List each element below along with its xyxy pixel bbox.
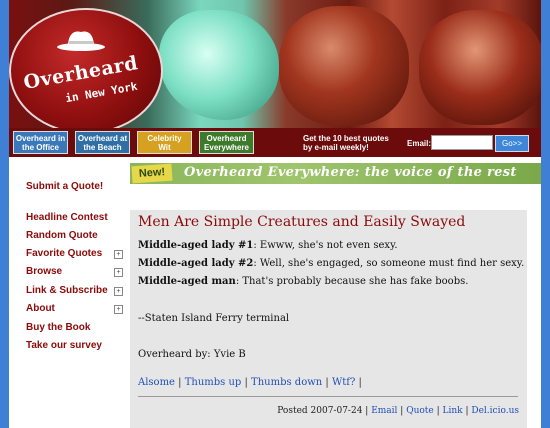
site-logo[interactable]: Overheard in New York	[9, 8, 163, 128]
sidebar-item-about[interactable]: About	[26, 303, 55, 314]
header-photo-jade-statue	[159, 10, 279, 120]
quote-text: : Ewww, she's not even sexy.	[253, 240, 398, 251]
vote-wtf-link[interactable]: Wtf?	[332, 377, 355, 388]
speaker-name: Middle-aged man	[138, 276, 236, 287]
email-input[interactable]	[431, 135, 493, 150]
nav-badge-line: Overheard in	[15, 134, 66, 143]
nav-badge-line: Overheard	[206, 134, 247, 143]
sidebar-item-favorite-quotes[interactable]: Favorite Quotes	[26, 248, 102, 259]
nav-badge-line: the Beach	[83, 143, 122, 152]
vote-links: Alsome | Thumbs up | Thumbs down | Wtf? …	[138, 377, 362, 388]
quote-permalink[interactable]: Quote	[406, 406, 434, 416]
delicious-link[interactable]: Del.icio.us	[471, 406, 519, 416]
nav-badge-line: Everywhere	[204, 143, 249, 152]
link-link[interactable]: Link	[443, 406, 463, 416]
site-header: Overheard in New York	[9, 0, 541, 128]
nav-badge-line: Wit	[158, 143, 171, 152]
nav-badge-line: Celebrity	[147, 134, 182, 143]
nav-overheard-beach[interactable]: Overheard at the Beach	[75, 131, 130, 154]
promo-line: Get the 10 best quotes	[303, 134, 389, 143]
sidebar-item-survey[interactable]: Take our survey	[26, 340, 102, 351]
quote-line: Middle-aged lady #1: Ewww, she's not eve…	[138, 240, 398, 251]
nav-badge-line: the Office	[22, 143, 59, 152]
quote-line: Middle-aged lady #2: Well, she's engaged…	[138, 258, 524, 269]
header-photo-red-statue-2	[419, 10, 541, 125]
sidebar-item-headline-contest[interactable]: Headline Contest	[26, 212, 108, 223]
newsletter-promo: Get the 10 best quotes by e-mail weekly!	[303, 134, 389, 152]
nav-badge-line: Overheard at	[77, 134, 128, 143]
vote-thumbs-down-link[interactable]: Thumbs down	[251, 377, 322, 388]
nav-overheard-everywhere[interactable]: Overheard Everywhere	[199, 131, 254, 154]
quote-text: : That's probably because she has fake b…	[235, 276, 469, 287]
overheard-by: Overheard by: Yvie B	[138, 349, 246, 360]
expand-plus-icon[interactable]: +	[114, 287, 123, 296]
sidebar-item-browse[interactable]: Browse	[26, 266, 62, 277]
network-nav-bar: Overheard in the Office Overheard at the…	[9, 128, 541, 157]
expand-plus-icon[interactable]: +	[114, 305, 123, 314]
quote-post: Men Are Simple Creatures and Easily Sway…	[130, 210, 527, 428]
vote-thumbs-up-link[interactable]: Thumbs up	[185, 377, 242, 388]
fedora-hat-icon	[57, 31, 105, 51]
submit-quote-link[interactable]: Submit a Quote!	[26, 181, 103, 192]
sidebar-item-random-quote[interactable]: Random Quote	[26, 230, 98, 241]
posted-date: Posted 2007-07-24	[277, 406, 363, 416]
quote-location: --Staten Island Ferry terminal	[138, 313, 290, 324]
sidebar-item-buy-book[interactable]: Buy the Book	[26, 322, 90, 333]
new-badge: New!	[131, 163, 173, 184]
quote-text: : Well, she's engaged, so someone must f…	[253, 258, 525, 269]
overheard-everywhere-banner[interactable]: New! Overheard Everywhere: the voice of …	[130, 163, 541, 184]
speaker-name: Middle-aged lady #2	[138, 258, 254, 269]
nav-celebrity-wit[interactable]: Celebrity Wit	[137, 131, 192, 154]
page-frame: Overheard in New York Overheard in the O…	[9, 0, 541, 428]
email-link[interactable]: Email	[371, 406, 397, 416]
quote-line: Middle-aged man: That's probably because…	[138, 276, 468, 287]
vote-alsome-link[interactable]: Alsome	[138, 377, 175, 388]
email-label: Email:	[407, 139, 432, 148]
banner-text: Overheard Everywhere: the voice of the r…	[184, 165, 517, 180]
post-divider	[138, 396, 518, 397]
speaker-name: Middle-aged lady #1	[138, 240, 254, 251]
nav-overheard-office[interactable]: Overheard in the Office	[13, 131, 68, 154]
sidebar-item-link-subscribe[interactable]: Link & Subscribe	[26, 285, 108, 296]
header-photo-red-statue	[279, 6, 409, 126]
subscribe-go-button[interactable]: Go>>	[495, 135, 529, 152]
post-footer: Posted 2007-07-24 | Email | Quote | Link…	[277, 406, 519, 416]
expand-plus-icon[interactable]: +	[114, 268, 123, 277]
expand-plus-icon[interactable]: +	[114, 250, 123, 259]
promo-line: by e-mail weekly!	[303, 143, 369, 152]
post-title[interactable]: Men Are Simple Creatures and Easily Sway…	[138, 214, 465, 230]
